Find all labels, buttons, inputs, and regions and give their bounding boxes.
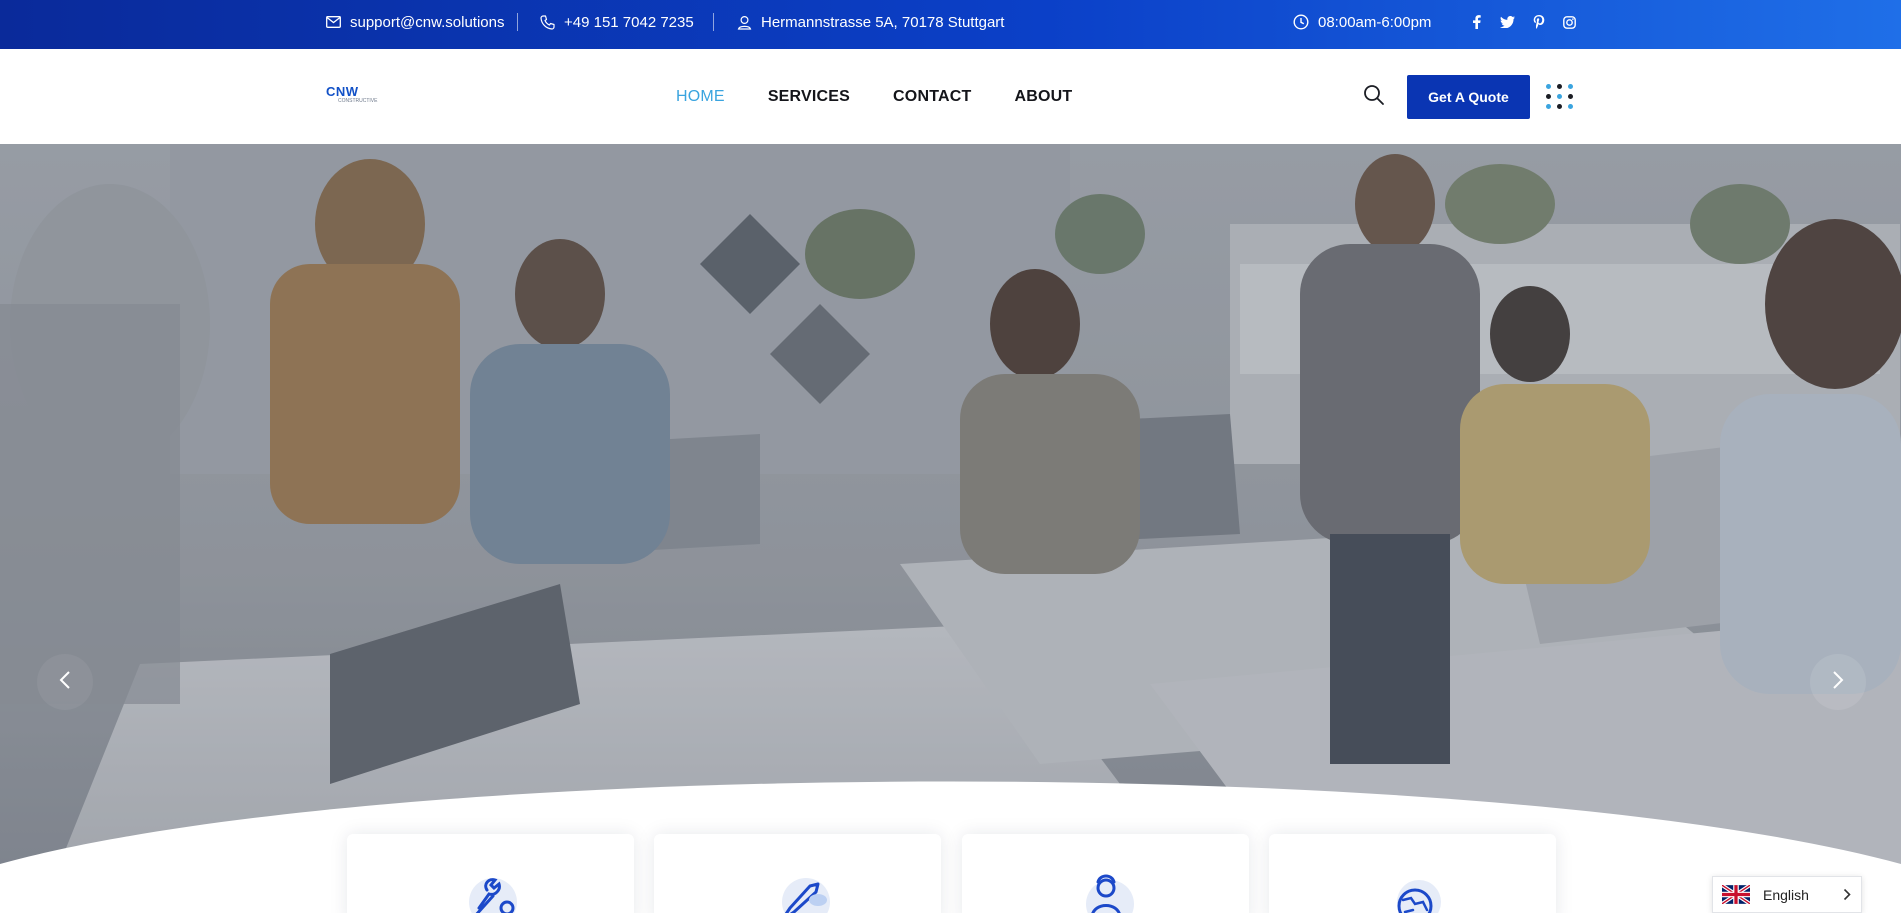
office-hero-image (0, 144, 1901, 913)
nav-about[interactable]: ABOUT (1014, 88, 1072, 106)
logo-text: CNW (326, 84, 359, 99)
chevron-right-icon (1843, 888, 1851, 904)
nav-contact[interactable]: CONTACT (893, 88, 971, 106)
phone-icon (540, 14, 555, 30)
rocket-icon (760, 868, 840, 913)
top-contact-bar: support@cnw.solutions +49 151 7042 7235 … (0, 0, 1901, 49)
twitter-icon[interactable] (1500, 15, 1515, 30)
slider-prev-button[interactable] (37, 654, 93, 710)
site-logo[interactable]: CNW CONSTRUCTIVE (326, 84, 378, 109)
location-pin-icon (737, 15, 752, 30)
uk-flag-icon (1720, 883, 1752, 906)
service-card[interactable] (654, 834, 941, 913)
tools-icon (453, 868, 533, 913)
address-text: Hermannstrasse 5A, 70178 Stuttgart (761, 13, 1005, 31)
facebook-icon[interactable] (1469, 15, 1484, 30)
globe-icon (1375, 868, 1455, 913)
phone-text: +49 151 7042 7235 (564, 13, 694, 31)
support-agent-icon (1068, 868, 1148, 913)
slider-next-button[interactable] (1810, 654, 1866, 710)
service-card[interactable] (1269, 834, 1556, 913)
nav-home[interactable]: HOME (676, 88, 725, 106)
main-nav: HOME SERVICES CONTACT ABOUT (676, 49, 1072, 144)
hours-text: 08:00am-6:00pm (1318, 13, 1432, 31)
envelope-icon (326, 16, 341, 28)
chevron-left-icon (59, 670, 71, 695)
email-link[interactable]: support@cnw.solutions (326, 0, 504, 44)
chevron-right-icon (1832, 670, 1844, 695)
main-header: CNW CONSTRUCTIVE HOME SERVICES CONTACT A… (0, 49, 1901, 144)
language-switcher[interactable]: English (1712, 876, 1862, 913)
phone-link[interactable]: +49 151 7042 7235 (540, 0, 694, 44)
get-a-quote-button[interactable]: Get A Quote (1407, 75, 1530, 119)
service-card[interactable] (962, 834, 1249, 913)
language-label: English (1763, 886, 1809, 903)
grid-menu-icon[interactable] (1546, 84, 1574, 110)
divider (713, 13, 714, 31)
divider (517, 13, 518, 31)
address-link[interactable]: Hermannstrasse 5A, 70178 Stuttgart (737, 0, 1004, 44)
email-text: support@cnw.solutions (350, 13, 505, 31)
hero-slider (0, 144, 1901, 913)
opening-hours: 08:00am-6:00pm (1293, 0, 1431, 44)
pinterest-icon[interactable] (1531, 15, 1546, 30)
social-links (1469, 0, 1577, 44)
clock-icon (1293, 14, 1309, 30)
search-icon[interactable] (1363, 84, 1385, 106)
logo-tagline: CONSTRUCTIVE (338, 98, 378, 104)
nav-services[interactable]: SERVICES (768, 88, 850, 106)
service-card[interactable] (347, 834, 634, 913)
instagram-icon[interactable] (1562, 15, 1577, 30)
